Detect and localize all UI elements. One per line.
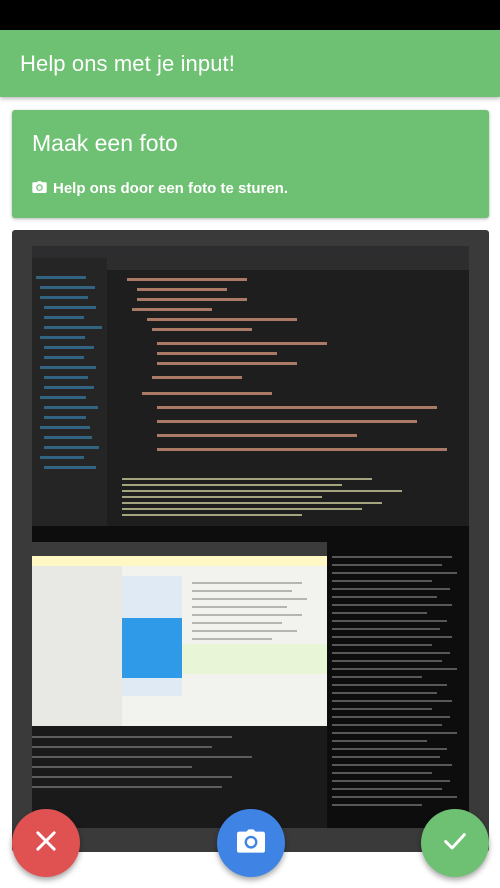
check-icon xyxy=(441,827,469,860)
status-bar xyxy=(0,0,500,30)
cancel-button[interactable] xyxy=(12,809,80,877)
camera-icon xyxy=(237,827,265,860)
confirm-button[interactable] xyxy=(421,809,489,877)
page-title: Help ons met je input! xyxy=(20,50,235,76)
photo-preview xyxy=(32,246,469,828)
app-bar: Help ons met je input! xyxy=(0,30,500,97)
card-title: Maak een foto xyxy=(32,130,178,156)
camera-icon xyxy=(32,180,47,197)
photo-preview-frame xyxy=(12,230,489,852)
close-icon xyxy=(32,827,60,860)
card-subtitle: Help ons door een foto te sturen. xyxy=(53,180,289,197)
card-subtitle-row: Help ons door een foto te sturen. xyxy=(32,180,288,197)
take-photo-button[interactable] xyxy=(217,809,285,877)
instruction-card: Maak een foto Help ons door een foto te … xyxy=(12,110,489,218)
photo-image xyxy=(32,246,469,828)
